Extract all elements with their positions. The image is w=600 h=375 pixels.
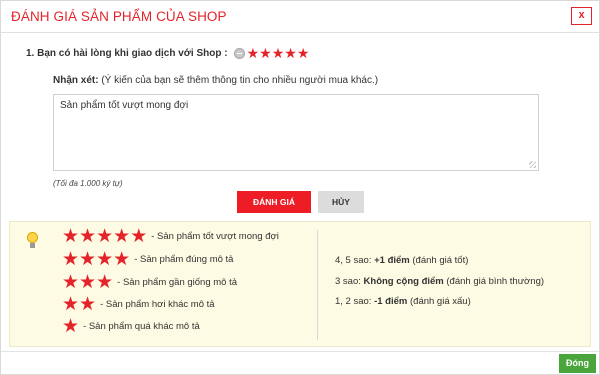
star-icon: ★ xyxy=(96,226,114,247)
star-icon: ★ xyxy=(96,272,114,293)
legend-stars: ★ ★ xyxy=(62,295,96,314)
rule-points: -1 điểm xyxy=(374,296,408,307)
rule-suffix: (đánh giá bình thường) xyxy=(443,276,545,287)
close-icon-button[interactable]: x xyxy=(571,7,592,25)
legend-divider xyxy=(317,230,318,340)
rating-dialog: ĐÁNH GIÁ SẢN PHẨM CỦA SHOP x 1. Bạn có h… xyxy=(0,0,600,375)
star-icon: ★ xyxy=(79,226,97,247)
rating-legend: ★ ★ ★ ★ ★ - Sản phẩm tốt vượt mong đợi ★ ★ ★ ★ … xyxy=(9,221,591,347)
legend-row-4: ★ ★ ★ ★ - Sản phẩm đúng mô tả xyxy=(62,250,233,269)
satisfaction-question: 1. Bạn có hài lòng khi giao dịch với Sho… xyxy=(26,45,309,61)
star-icon: ★ xyxy=(96,249,114,270)
star-icon: ★ xyxy=(79,272,97,293)
star-icon[interactable]: ★ xyxy=(259,46,272,60)
legend-text: - Sản phẩm đúng mô tả xyxy=(134,254,234,265)
legend-row-1: ★ - Sản phẩm quá khác mô tả xyxy=(62,317,200,336)
star-icon: ★ xyxy=(130,226,148,247)
rule-points: Không cộng điểm xyxy=(363,276,444,287)
star-icon: ★ xyxy=(113,226,131,247)
star-icon: ★ xyxy=(62,316,80,337)
star-icon[interactable]: ★ xyxy=(284,46,297,60)
star-icon: ★ xyxy=(79,294,97,315)
star-icon: ★ xyxy=(62,294,80,315)
star-icon[interactable]: ★ xyxy=(272,46,285,60)
comment-textarea[interactable]: Sản phẩm tốt vượt mong đợi xyxy=(53,94,539,171)
dialog-title: ĐÁNH GIÁ SẢN PHẨM CỦA SHOP xyxy=(11,9,227,24)
star-icon[interactable]: ★ xyxy=(297,46,310,60)
score-rule-good: 4, 5 sao: +1 điểm (đánh giá tốt) xyxy=(335,255,468,266)
legend-row-5: ★ ★ ★ ★ ★ - Sản phẩm tốt vượt mong đợi xyxy=(62,227,279,246)
question-label: 1. Bạn có hài lòng khi giao dịch với Sho… xyxy=(26,47,228,59)
lightbulb-icon xyxy=(27,232,38,249)
star-icon: ★ xyxy=(62,249,80,270)
legend-text: - Sản phẩm hơi khác mô tả xyxy=(100,299,215,310)
rule-suffix: (đánh giá xấu) xyxy=(407,296,471,307)
char-limit-hint: (Tối đa 1.000 ký tự) xyxy=(53,179,123,188)
comment-value: Sản phẩm tốt vượt mong đợi xyxy=(60,100,189,111)
header-divider xyxy=(1,32,599,33)
rule-suffix: (đánh giá tốt) xyxy=(409,255,469,266)
rule-points: +1 điểm xyxy=(374,255,410,266)
star-icon: ★ xyxy=(62,226,80,247)
legend-text: - Sản phẩm quá khác mô tả xyxy=(83,321,200,332)
star-icon[interactable]: ★ xyxy=(247,46,260,60)
star-icon: ★ xyxy=(113,249,131,270)
rule-prefix: 4, 5 sao: xyxy=(335,255,375,266)
legend-stars: ★ ★ ★ xyxy=(62,273,113,292)
legend-text: - Sản phẩm tốt vượt mong đợi xyxy=(151,231,279,242)
star-icon: ★ xyxy=(79,249,97,270)
score-rule-neutral: 3 sao: Không cộng điểm (đánh giá bình th… xyxy=(335,276,544,287)
star-icon: ★ xyxy=(62,272,80,293)
comment-label: Nhận xét: xyxy=(53,75,99,86)
legend-stars: ★ xyxy=(62,317,79,336)
comment-label-row: Nhận xét: (Ý kiến của bạn sẽ thêm thông … xyxy=(53,75,378,86)
rule-prefix: 3 sao: xyxy=(335,276,364,287)
score-rule-bad: 1, 2 sao: -1 điểm (đánh giá xấu) xyxy=(335,296,471,307)
rule-prefix: 1, 2 sao: xyxy=(335,296,375,307)
cancel-button[interactable]: HỦY xyxy=(318,191,364,213)
legend-row-3: ★ ★ ★ - Sản phẩm gần giống mô tả xyxy=(62,273,237,292)
submit-rating-button[interactable]: ĐÁNH GIÁ xyxy=(237,191,311,213)
legend-text: - Sản phẩm gần giống mô tả xyxy=(117,277,238,288)
rating-stars[interactable]: ★ ★ ★ ★ ★ xyxy=(247,46,310,60)
legend-stars: ★ ★ ★ ★ ★ xyxy=(62,227,147,246)
comment-note: (Ý kiến của bạn sẽ thêm thông tin cho nh… xyxy=(101,75,379,86)
footer-divider xyxy=(1,351,599,352)
clear-rating-icon[interactable] xyxy=(233,47,245,59)
legend-stars: ★ ★ ★ ★ xyxy=(62,250,130,269)
legend-row-2: ★ ★ - Sản phẩm hơi khác mô tả xyxy=(62,295,215,314)
close-button[interactable]: Đóng xyxy=(559,354,596,373)
resize-handle-icon[interactable] xyxy=(529,161,536,168)
